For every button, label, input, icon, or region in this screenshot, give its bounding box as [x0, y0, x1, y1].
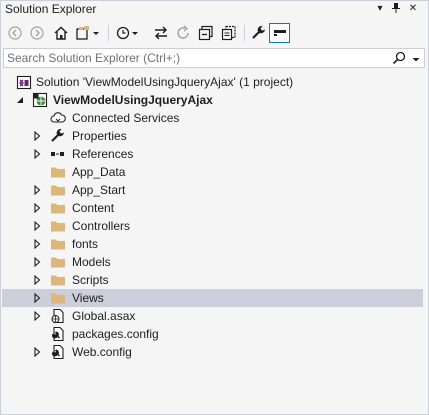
panel-title: Solution Explorer	[5, 2, 97, 16]
toolbar-separator	[108, 25, 109, 41]
tree-item-label: Connected Services	[72, 111, 180, 125]
collapsed-arrow-icon[interactable]	[32, 131, 42, 141]
close-panel-button[interactable]: ✕	[406, 2, 420, 16]
refresh-button[interactable]	[174, 24, 192, 42]
tree-item-label: Models	[72, 255, 111, 269]
collapsed-arrow-icon[interactable]	[32, 257, 42, 267]
toolbar	[1, 21, 428, 45]
collapsed-arrow-icon[interactable]	[32, 221, 42, 231]
tree-item-references[interactable]: References	[2, 145, 423, 163]
tree-item-views[interactable]: Views	[2, 289, 423, 307]
tree-item-app-start[interactable]: App_Start	[2, 181, 423, 199]
collapsed-arrow-icon[interactable]	[32, 149, 42, 159]
folder-icon	[51, 257, 65, 268]
tree-item-label: Content	[72, 201, 115, 215]
forward-arrow-icon	[30, 26, 44, 40]
window-position-dropdown[interactable]: ▾	[373, 2, 387, 16]
tree-item-label: ViewModelUsingJqueryAjax	[53, 93, 213, 107]
expanded-arrow-icon[interactable]	[15, 95, 25, 105]
wrench-icon	[51, 128, 64, 142]
tree-item-packages-config[interactable]: packages.config	[2, 325, 423, 343]
clock-icon	[116, 26, 138, 40]
wrench-icon	[252, 25, 265, 39]
refresh-icon	[177, 25, 189, 39]
tree-item-project[interactable]: ViewModelUsingJqueryAjax	[2, 91, 423, 109]
home-icon	[54, 26, 68, 40]
sync-arrows-icon	[155, 26, 167, 40]
asax-file-icon	[51, 308, 64, 324]
tree-item-label: Scripts	[72, 273, 109, 287]
collapsed-arrow-icon[interactable]	[32, 275, 42, 285]
folder-icon	[51, 221, 65, 232]
search-input[interactable]	[7, 49, 387, 67]
tree-item-models[interactable]: Models	[2, 253, 423, 271]
properties-button[interactable]	[250, 24, 268, 42]
web-project-icon	[32, 92, 48, 108]
collapsed-arrow-icon[interactable]	[32, 185, 42, 195]
show-all-files-button[interactable]	[220, 24, 238, 42]
tree-item-label: App_Data	[72, 165, 126, 179]
tree-item-web-config[interactable]: Web.config	[2, 343, 423, 361]
tree-item-label: Controllers	[72, 219, 131, 233]
tree-item-scripts[interactable]: Scripts	[2, 271, 423, 289]
config-file-icon	[51, 344, 64, 360]
collapse-all-button[interactable]	[197, 24, 215, 42]
sync-with-active-document-button[interactable]	[152, 24, 170, 42]
solution-tree: Solution 'ViewModelUsingJqueryAjax' (1 p…	[2, 71, 427, 414]
tree-item-properties[interactable]: Properties	[2, 127, 423, 145]
collapsed-arrow-icon[interactable]	[32, 347, 42, 357]
pending-changes-filter-button[interactable]	[115, 24, 141, 42]
preview-icon	[273, 30, 286, 36]
switch-views-icon	[76, 26, 99, 40]
back-button[interactable]	[7, 24, 23, 42]
switch-views-button[interactable]	[75, 24, 101, 42]
back-arrow-icon	[8, 26, 22, 40]
config-file-icon	[51, 326, 64, 342]
search-box[interactable]	[3, 48, 425, 68]
solution-icon	[16, 75, 32, 90]
tree-item-label: Solution 'ViewModelUsingJqueryAjax' (1 p…	[36, 75, 294, 89]
tree-item-label: fonts	[72, 237, 99, 251]
tree-item-fonts[interactable]: fonts	[2, 235, 423, 253]
search-icon[interactable]	[392, 51, 406, 68]
folder-icon	[51, 293, 65, 304]
preview-selected-items-button[interactable]	[269, 23, 290, 43]
folder-icon	[51, 167, 65, 178]
collapsed-arrow-icon[interactable]	[32, 293, 42, 303]
tree-item-label: packages.config	[72, 327, 159, 341]
collapsed-arrow-icon[interactable]	[32, 239, 42, 249]
forward-button[interactable]	[29, 24, 45, 42]
tree-item-content[interactable]: Content	[2, 199, 423, 217]
folder-icon	[51, 275, 65, 286]
tree-item-solution[interactable]: Solution 'ViewModelUsingJqueryAjax' (1 p…	[2, 73, 423, 91]
tree-item-global-asax[interactable]: Global.asax	[2, 307, 423, 325]
collapse-all-icon	[198, 25, 213, 41]
tree-item-connected-services[interactable]: Connected Services	[2, 109, 423, 127]
folder-icon	[51, 239, 65, 250]
tree-item-label: Properties	[72, 129, 127, 143]
collapsed-arrow-icon[interactable]	[32, 203, 42, 213]
tree-item-app-data[interactable]: App_Data	[2, 163, 423, 181]
tree-item-label: Web.config	[72, 345, 132, 359]
tree-item-label: Views	[72, 291, 104, 305]
folder-icon	[51, 203, 65, 214]
show-all-files-icon	[221, 25, 236, 41]
tree-item-label: App_Start	[72, 183, 126, 197]
search-options-dropdown[interactable]	[412, 53, 420, 67]
chevron-down-icon	[412, 58, 420, 62]
tree-item-label: References	[72, 147, 134, 161]
cloud-icon	[50, 112, 66, 123]
references-icon	[51, 152, 64, 156]
panel-titlebar: Solution Explorer ▾ ✕	[1, 1, 428, 19]
toolbar-separator	[244, 25, 245, 41]
home-button[interactable]	[52, 24, 70, 42]
tree-item-controllers[interactable]: Controllers	[2, 217, 423, 235]
auto-hide-pin-button[interactable]	[389, 2, 403, 16]
pin-icon	[392, 3, 400, 13]
collapsed-arrow-icon[interactable]	[32, 311, 42, 321]
solution-explorer-panel: Solution Explorer ▾ ✕ Search Solution Ex…	[0, 0, 429, 415]
folder-icon	[51, 185, 65, 196]
tree-item-label: Global.asax	[72, 309, 136, 323]
